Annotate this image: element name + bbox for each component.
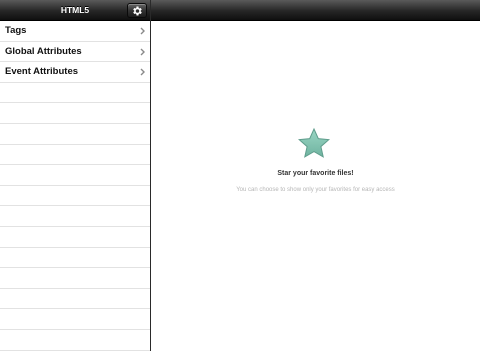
chevron-right-icon [140, 68, 145, 76]
empty-rows [0, 83, 150, 351]
chevron-right-icon [140, 48, 145, 56]
sidebar-item-event-attributes[interactable]: Event Attributes [0, 62, 150, 83]
sidebar-item-global-attributes[interactable]: Global Attributes [0, 42, 150, 63]
empty-list-row [0, 248, 150, 269]
sidebar-item-tags[interactable]: Tags [0, 21, 150, 42]
empty-list-row [0, 165, 150, 186]
empty-list-row [0, 289, 150, 310]
sidebar-list: Tags Global Attributes Event Attributes [0, 21, 150, 351]
empty-list-row [0, 103, 150, 124]
sidebar-item-label: Tags [5, 25, 27, 36]
empty-list-row [0, 206, 150, 227]
sidebar: HTML5 Tags Global Attributes Event Attri… [0, 0, 150, 351]
empty-list-row [0, 309, 150, 330]
sidebar-item-label: Event Attributes [5, 66, 79, 78]
detail-pane: Star your favorite files! You can choose… [151, 21, 480, 351]
sidebar-item-label: Global Attributes [5, 45, 82, 57]
empty-list-row [0, 186, 150, 207]
detail-toolbar [151, 0, 480, 21]
app-window: HTML5 Tags Global Attributes Event Attri… [0, 0, 480, 351]
empty-state-subtitle: You can choose to show only your favorit… [236, 187, 395, 193]
empty-list-row [0, 83, 150, 104]
empty-list-row [0, 145, 150, 166]
empty-state-title: Star your favorite files! [277, 170, 354, 177]
gear-icon [133, 6, 142, 16]
empty-list-row [0, 268, 150, 289]
empty-list-row [0, 124, 150, 145]
empty-list-row [0, 330, 150, 351]
star-icon [298, 127, 330, 158]
sidebar-header: HTML5 [0, 0, 150, 21]
chevron-right-icon [140, 27, 145, 35]
empty-list-row [0, 227, 150, 248]
settings-button[interactable] [127, 3, 147, 18]
